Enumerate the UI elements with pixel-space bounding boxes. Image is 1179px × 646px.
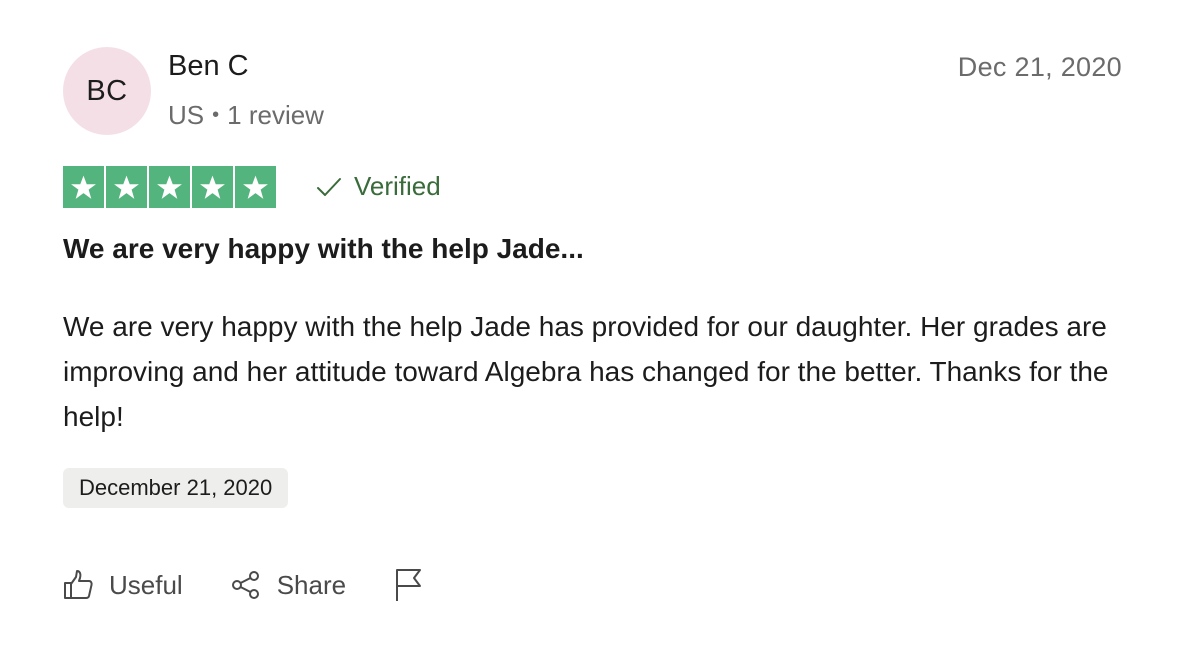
author-country: US: [168, 100, 205, 130]
review-title[interactable]: We are very happy with the help Jade...: [63, 233, 584, 265]
share-button[interactable]: Share: [231, 569, 346, 601]
author-name[interactable]: Ben C: [168, 50, 249, 83]
avatar-initials: BC: [86, 74, 128, 107]
review-body: We are very happy with the help Jade has…: [63, 311, 1109, 432]
star-icon: [63, 166, 104, 208]
flag-icon: [396, 569, 422, 601]
checkmark-icon: [317, 177, 341, 196]
author-review-count: 1 review: [227, 100, 324, 130]
review-card: BC Ben C US • 1 review Dec 21, 2020 Veri…: [0, 0, 1179, 646]
avatar[interactable]: BC: [63, 47, 151, 135]
review-date: Dec 21, 2020: [957, 52, 1122, 82]
verified-badge[interactable]: Verified: [316, 171, 441, 202]
date-of-experience: December 21, 2020: [79, 475, 273, 500]
verified-label: Verified: [354, 171, 441, 201]
star-rating: [63, 166, 276, 208]
date-of-experience-chip: December 21, 2020: [63, 468, 289, 508]
share-label: Share: [276, 569, 347, 600]
star-icon: [149, 166, 190, 208]
thumbs-up-icon: [64, 570, 93, 599]
author-meta: US • 1 review: [168, 100, 324, 131]
star-icon: [192, 166, 233, 208]
review-actions: Useful Share: [63, 568, 424, 602]
star-icon: [106, 166, 147, 208]
star-icon: [235, 166, 276, 208]
useful-label: Useful: [109, 569, 183, 600]
separator-dot: •: [212, 104, 220, 126]
share-icon: [231, 571, 259, 599]
useful-button[interactable]: Useful: [63, 569, 183, 601]
flag-button[interactable]: [394, 568, 424, 602]
